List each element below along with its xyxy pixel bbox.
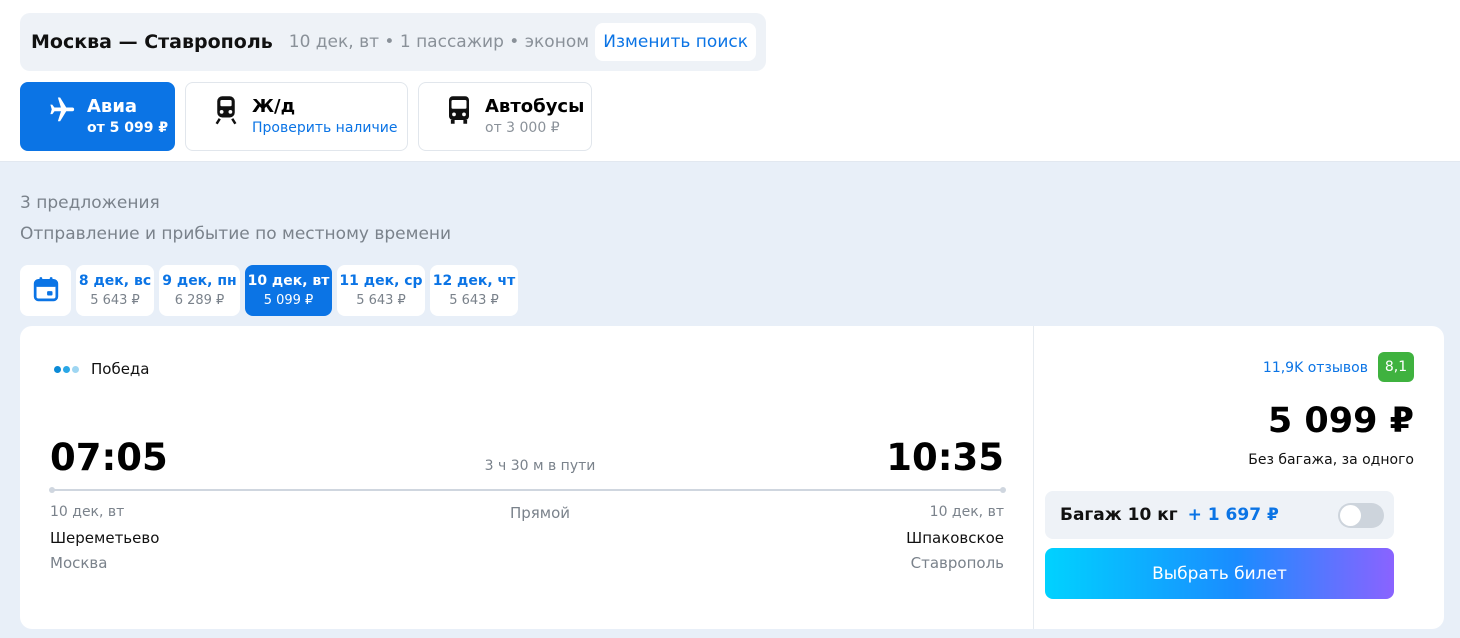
baggage-option[interactable]: Багаж 10 кг + 1 697 ₽ <box>1045 491 1394 539</box>
flight-duration: 3 ч 30 м в пути <box>484 458 596 474</box>
tab-avia[interactable]: Авиа от 5 099 ₽ <box>20 82 175 151</box>
departure-time: 07:05 <box>50 436 168 479</box>
date-chip-price: 6 289 ₽ <box>174 293 225 308</box>
select-ticket-button[interactable]: Выбрать билет <box>1045 548 1394 599</box>
calendar-icon <box>33 276 59 306</box>
date-chip-price: 5 643 ₽ <box>356 293 406 308</box>
departure-date: 10 дек, вт <box>50 504 125 520</box>
tab-avia-price: от 5 099 ₽ <box>87 119 169 136</box>
card-divider <box>1033 326 1034 629</box>
route-title: Москва — Ставрополь <box>31 31 273 53</box>
reviews-link[interactable]: 11,9K отзывов <box>1263 360 1368 376</box>
change-search-button[interactable]: Изменить поиск <box>595 23 756 61</box>
airline: Победа <box>54 360 150 378</box>
tab-bus-title: Автобусы <box>485 95 585 117</box>
date-chip-label: 12 дек, чт <box>432 273 516 289</box>
ticket-price: 5 099 ₽ <box>1267 401 1414 441</box>
date-chip-price: 5 099 ₽ <box>263 293 314 308</box>
date-chip-8[interactable]: 8 дек, вс 5 643 ₽ <box>76 265 154 316</box>
arrival-date: 10 дек, вт <box>929 504 1004 520</box>
date-chip-price: 5 643 ₽ <box>449 293 499 308</box>
arrival-airport: Шпаковское <box>906 529 1004 547</box>
rating-badge: 8,1 <box>1378 352 1414 382</box>
departure-city: Москва <box>50 554 108 572</box>
train-icon <box>210 94 242 126</box>
search-details: 10 дек, вт • 1 пассажир • эконом <box>288 32 590 52</box>
price-note: Без багажа, за одного <box>1248 452 1414 468</box>
baggage-label: Багаж 10 кг <box>1060 505 1178 525</box>
date-chip-12[interactable]: 12 дек, чт 5 643 ₽ <box>430 265 518 316</box>
results-area: 3 предложения Отправление и прибытие по … <box>0 162 1460 638</box>
airline-name: Победа <box>91 360 150 378</box>
tab-bus-price: от 3 000 ₽ <box>485 119 560 136</box>
departure-airport: Шереметьево <box>50 529 160 547</box>
header-area: Москва — Ставрополь 10 дек, вт • 1 пасса… <box>0 0 1460 162</box>
date-chip-label: 10 дек, вт <box>247 273 330 289</box>
calendar-button[interactable] <box>20 265 71 316</box>
transfer-info: Прямой <box>509 504 571 522</box>
bus-icon <box>443 94 475 126</box>
date-chip-10[interactable]: 10 дек, вт 5 099 ₽ <box>245 265 332 316</box>
arrival-time: 10:35 <box>886 436 1004 479</box>
arrival-city: Ставрополь <box>910 554 1004 572</box>
airline-logo-icon <box>54 365 81 373</box>
date-chip-label: 11 дек, ср <box>339 273 423 289</box>
baggage-price: + 1 697 ₽ <box>1187 505 1279 525</box>
tab-train-title: Ж/д <box>252 95 296 117</box>
date-chip-label: 8 дек, вс <box>78 273 152 289</box>
local-time-note: Отправление и прибытие по местному време… <box>20 224 452 244</box>
tab-bus[interactable]: Автобусы от 3 000 ₽ <box>418 82 592 151</box>
date-chip-9[interactable]: 9 дек, пн 6 289 ₽ <box>159 265 240 316</box>
date-chip-label: 9 дек, пн <box>162 273 237 289</box>
tab-train-check-link[interactable]: Проверить наличие <box>252 118 397 138</box>
date-chip-price: 5 643 ₽ <box>90 293 140 308</box>
tab-avia-title: Авиа <box>87 95 138 117</box>
search-summary: Москва — Ставрополь 10 дек, вт • 1 пасса… <box>20 13 766 71</box>
baggage-toggle[interactable] <box>1338 503 1384 528</box>
offers-count: 3 предложения <box>20 193 160 213</box>
route-timeline <box>49 487 1006 493</box>
tab-train[interactable]: Ж/д Проверить наличие <box>185 82 408 151</box>
plane-icon <box>45 94 77 126</box>
date-chip-11[interactable]: 11 дек, ср 5 643 ₽ <box>337 265 425 316</box>
